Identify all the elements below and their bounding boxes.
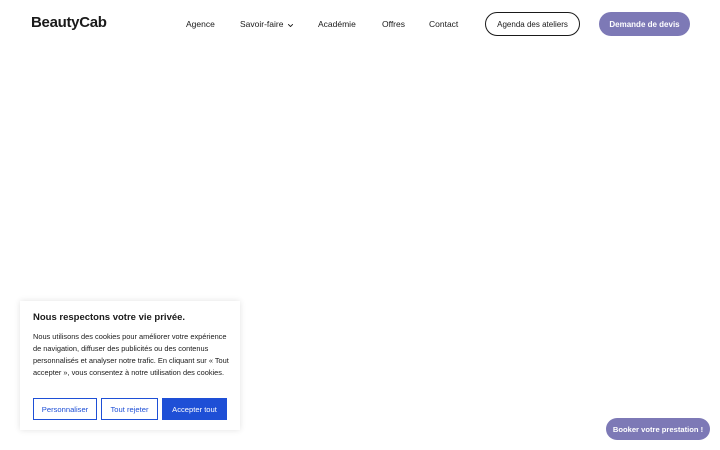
accept-all-button[interactable]: Accepter tout (162, 398, 227, 420)
nav-item-agence[interactable]: Agence (186, 19, 215, 29)
chevron-down-icon (287, 21, 294, 28)
nav-item-savoir-faire[interactable]: Savoir-faire (240, 19, 294, 29)
nav-item-contact[interactable]: Contact (429, 19, 458, 29)
cookie-text: Nous utilisons des cookies pour améliore… (33, 332, 229, 377)
devis-button[interactable]: Demande de devis (599, 12, 690, 36)
cookie-actions: Personnaliser Tout rejeter Accepter tout (33, 398, 227, 420)
agenda-button[interactable]: Agenda des ateliers (485, 12, 580, 36)
customize-cookies-button[interactable]: Personnaliser (33, 398, 97, 420)
cookie-title: Nous respectons votre vie privée. (33, 312, 186, 323)
nav-item-academie[interactable]: Académie (318, 19, 356, 29)
nav-item-offres[interactable]: Offres (382, 19, 405, 29)
nav-item-label: Savoir-faire (240, 19, 284, 29)
cookie-banner: Nous respectons votre vie privée. Nous u… (20, 301, 240, 430)
page: BeautyCab Agence Savoir-faire Académie O… (0, 0, 720, 450)
site-logo[interactable]: BeautyCab (31, 14, 107, 31)
reject-all-button[interactable]: Tout rejeter (101, 398, 158, 420)
site-header: BeautyCab Agence Savoir-faire Académie O… (0, 0, 720, 48)
booking-button[interactable]: Booker votre prestation ! (606, 418, 710, 440)
